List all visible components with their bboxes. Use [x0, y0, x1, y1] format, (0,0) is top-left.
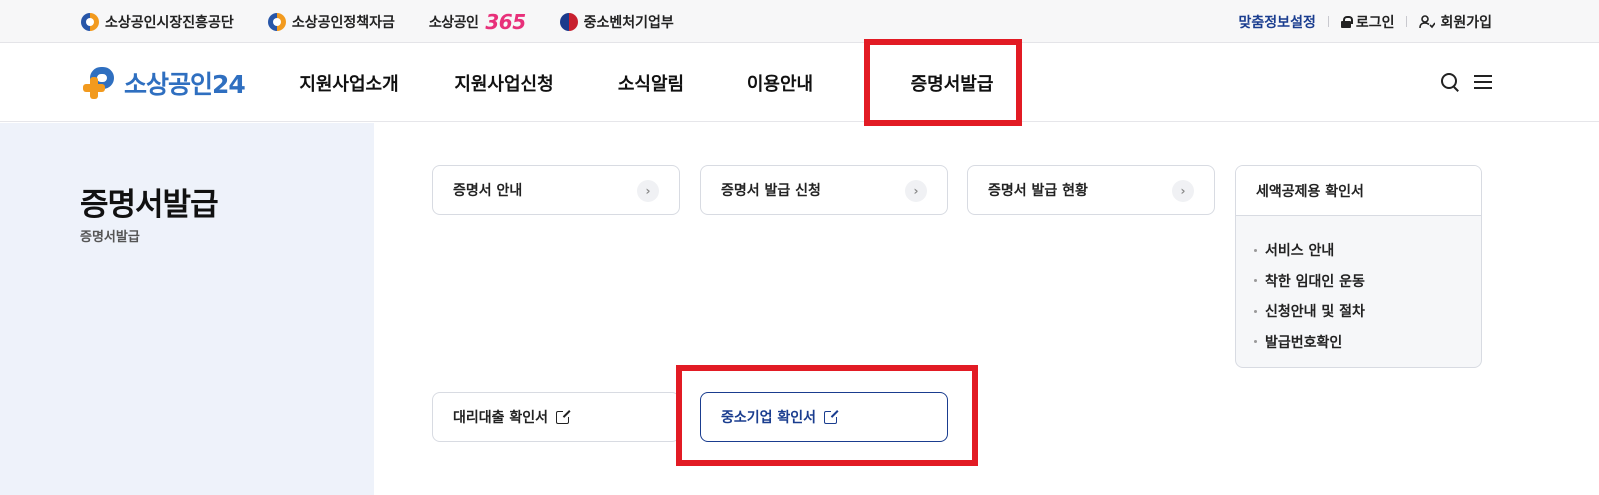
submenu-item-good-landlord[interactable]: 착한 임대인 운동 — [1254, 266, 1481, 297]
card-certificate-apply[interactable]: 증명서 발급 신청 › — [700, 165, 948, 215]
menu-guide[interactable]: 이용안내 — [712, 43, 848, 122]
hamburger-menu-icon[interactable] — [1474, 72, 1492, 92]
header-tools — [1440, 72, 1492, 92]
sbiz-logo-icon — [81, 12, 99, 31]
page-title: 증명서발급 — [80, 187, 219, 223]
brand-logo[interactable]: 소상공인24 — [80, 63, 246, 103]
lock-icon — [1340, 15, 1353, 28]
tax-credit-submenu: 서비스 안내 착한 임대인 운동 신청안내 및 절차 발급번호확인 — [1236, 216, 1481, 357]
search-icon[interactable] — [1440, 72, 1460, 92]
link-mss[interactable]: 중소벤처기업부 — [559, 12, 674, 32]
main-header: 소상공인24 지원사업소개 지원사업신청 소식알림 이용안내 증명서발급 — [0, 43, 1599, 122]
submenu-item-apply-procedure[interactable]: 신청안내 및 절차 — [1254, 296, 1481, 327]
link-sbiz[interactable]: 소상공인시장진흥공단 — [81, 12, 234, 32]
chevron-right-icon: › — [905, 180, 927, 202]
brand-name: 소상공인24 — [124, 70, 246, 99]
card-proxy-loan[interactable]: 대리대출 확인서 — [432, 392, 680, 442]
card-tax-credit-label: 세액공제용 확인서 — [1256, 183, 1364, 200]
divider — [1406, 16, 1408, 27]
sidebar: 증명서발급 증명서발급 — [0, 123, 374, 495]
top-utility-bar: 소상공인시장진흥공단 소상공인정책자금 소상공인 365 중소벤처기업부 맞춤정… — [0, 0, 1599, 43]
link-policy-fund-label: 소상공인정책자금 — [291, 14, 395, 31]
link-policy-fund[interactable]: 소상공인정책자금 — [267, 12, 395, 32]
menu-program-intro[interactable]: 지원사업소개 — [280, 43, 418, 122]
chevron-right-icon: › — [1172, 180, 1194, 202]
menu-program-apply[interactable]: 지원사업신청 — [418, 43, 590, 122]
menu-news[interactable]: 소식알림 — [590, 43, 712, 122]
external-link-icon — [824, 408, 840, 424]
mss-emblem-icon — [559, 12, 578, 31]
card-sme-certificate[interactable]: 중소기업 확인서 — [700, 392, 948, 442]
card-certificate-status[interactable]: 증명서 발급 현황 › — [967, 165, 1215, 215]
card-proxy-loan-label: 대리대출 확인서 — [453, 410, 549, 426]
card-certificate-guide[interactable]: 증명서 안내 › — [432, 165, 680, 215]
card-tax-credit[interactable]: 세액공제용 확인서 — [1236, 166, 1481, 216]
link-sbiz-label: 소상공인시장진흥공단 — [105, 14, 234, 31]
submenu-item-issue-number-check[interactable]: 발급번호확인 — [1254, 327, 1481, 358]
login-link[interactable]: 로그인 — [1340, 12, 1395, 32]
submenu-item-service-guide[interactable]: 서비스 안내 — [1254, 235, 1481, 266]
menu-certificate[interactable]: 증명서발급 — [848, 43, 1056, 122]
card-sme-certificate-label: 중소기업 확인서 — [721, 410, 817, 426]
breadcrumb: 증명서발급 — [80, 230, 140, 245]
sbiz-logo-icon — [267, 12, 286, 31]
sbiz365-logo-text: 소상공인 — [428, 14, 479, 31]
divider — [1327, 16, 1329, 27]
sbiz365-logo-number: 365 — [485, 9, 526, 34]
card-certificate-status-label: 증명서 발급 현황 — [988, 183, 1088, 199]
link-mss-label: 중소벤처기업부 — [583, 14, 674, 31]
signup-label: 회원가입 — [1440, 14, 1492, 31]
user-add-icon — [1419, 14, 1436, 28]
login-label: 로그인 — [1355, 14, 1395, 31]
custom-info-link[interactable]: 맞춤정보설정 — [1239, 12, 1316, 32]
link-sbiz365[interactable]: 소상공인 365 — [429, 10, 526, 34]
member-links: 맞춤정보설정 로그인 회원가입 — [1239, 0, 1492, 43]
card-certificate-apply-label: 증명서 발급 신청 — [721, 183, 821, 199]
chevron-right-icon: › — [637, 180, 659, 202]
main-menu: 지원사업소개 지원사업신청 소식알림 이용안내 증명서발급 — [280, 43, 1056, 122]
external-link-icon — [556, 408, 572, 424]
family-sites: 소상공인시장진흥공단 소상공인정책자금 소상공인 365 중소벤처기업부 — [81, 0, 674, 43]
card-certificate-guide-label: 증명서 안내 — [453, 183, 523, 199]
brand-mark-icon — [80, 63, 120, 103]
signup-link[interactable]: 회원가입 — [1419, 12, 1492, 32]
tax-credit-dropdown: 세액공제용 확인서 서비스 안내 착한 임대인 운동 신청안내 및 절차 발급번… — [1235, 165, 1482, 368]
